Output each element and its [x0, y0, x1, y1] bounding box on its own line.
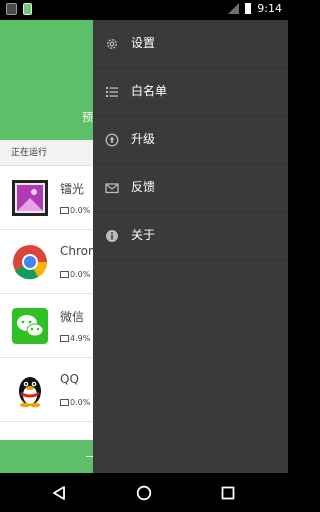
drawer-item-label: 设置 — [131, 36, 156, 50]
signal-icon — [228, 3, 240, 14]
chrome-icon — [13, 245, 47, 280]
image-notification-icon — [6, 3, 17, 15]
drawer-item-feedback[interactable]: 反馈 — [93, 164, 288, 212]
qq-penguin-icon — [19, 377, 41, 408]
cpu-icon — [60, 335, 69, 342]
footer-divider — [86, 456, 93, 457]
app-name: 微信 — [60, 310, 85, 324]
upgrade-arrow-icon — [105, 133, 119, 147]
list-icon — [106, 87, 118, 97]
app-usage: 0.0% — [60, 206, 90, 215]
drawer-item-label: 反馈 — [131, 180, 156, 194]
battery-notification-icon — [23, 3, 32, 15]
drawer-item-upgrade[interactable]: 升级 — [93, 116, 288, 164]
status-bar: 9:14 — [0, 0, 288, 20]
navigation-drawer: 设置 白名单 升级 反馈 关于 — [93, 20, 288, 473]
cpu-icon — [60, 399, 69, 406]
app-usage: 0.0% — [60, 398, 90, 407]
system-navigation-bar — [0, 473, 288, 512]
cpu-icon — [60, 207, 69, 214]
screen: 9:14 预 正在运行 镭光 0.0% Chrom 0.0% 微信 4.9% Q… — [0, 0, 288, 512]
cpu-icon — [60, 271, 69, 278]
photo-app-icon — [12, 180, 48, 216]
status-time: 9:14 — [257, 2, 282, 15]
back-icon[interactable] — [49, 483, 69, 503]
gear-icon — [107, 39, 117, 49]
wechat-icon — [12, 308, 48, 344]
drawer-item-settings[interactable]: 设置 — [93, 20, 288, 68]
home-icon[interactable] — [134, 483, 154, 503]
drawer-item-label: 关于 — [131, 228, 156, 242]
battery-icon — [245, 3, 252, 14]
recents-icon[interactable] — [218, 483, 238, 503]
drawer-item-whitelist[interactable]: 白名单 — [93, 68, 288, 116]
info-icon — [106, 230, 118, 242]
app-usage: 4.9% — [60, 334, 90, 343]
drawer-item-label: 升级 — [131, 132, 156, 146]
preview-label: 预 — [82, 111, 93, 124]
drawer-item-label: 白名单 — [131, 84, 168, 98]
mail-icon — [105, 183, 119, 194]
app-name: QQ — [60, 372, 79, 386]
app-name: 镭光 — [60, 182, 85, 196]
drawer-item-about[interactable]: 关于 — [93, 212, 288, 260]
app-usage: 0.0% — [60, 270, 90, 279]
